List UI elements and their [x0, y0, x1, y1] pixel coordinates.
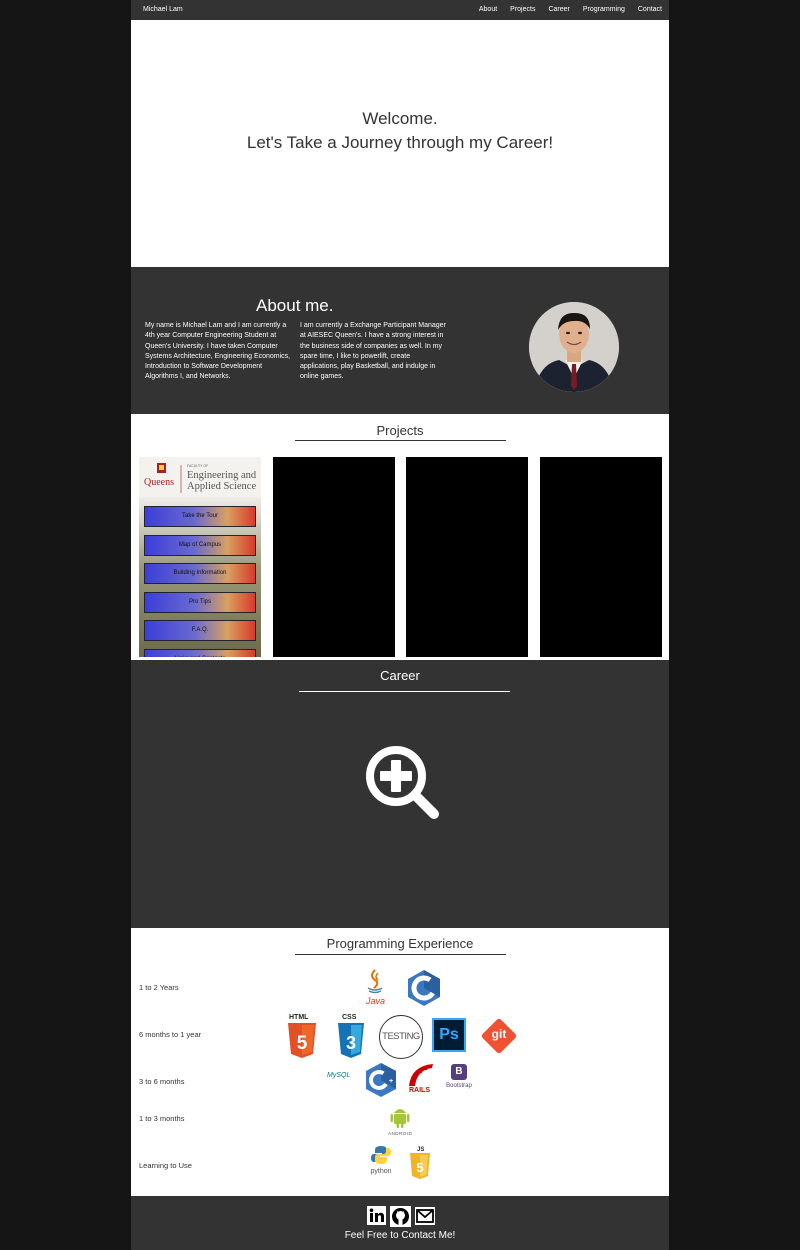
css3-icon: CSS 3 [337, 1014, 365, 1058]
career-section: Career [131, 660, 669, 928]
profile-avatar [529, 302, 619, 392]
hero-tagline: Let's Take a Journey through my Career! [246, 133, 554, 152]
app-button-links-contacts[interactable]: Links and Contacts [144, 648, 256, 657]
queens-logo-text: Queens [144, 477, 174, 488]
linkedin-icon[interactable] [367, 1206, 386, 1225]
email-icon[interactable] [415, 1207, 435, 1225]
level-label-1-2-years: 1 to 2 Years [139, 983, 179, 992]
html5-label: HTML [289, 1014, 309, 1021]
python-label: python [370, 1168, 392, 1175]
projects-divider [295, 440, 506, 441]
android-icon: ANDROID [388, 1104, 412, 1138]
app-button-take-tour[interactable]: Take the Tour [144, 506, 256, 527]
python-icon: python [367, 1145, 395, 1179]
about-title: About me. [256, 296, 334, 315]
app-faculty-label: FACULTY OF [187, 464, 209, 468]
photoshop-icon: Ps [432, 1018, 466, 1052]
testing-icon: TESTING [379, 1015, 423, 1059]
nav-link-projects[interactable]: Projects [510, 6, 535, 13]
footer: Feel Free to Contact Me! [131, 1196, 669, 1250]
programming-section: Programming Experience 1 to 2 Years 6 mo… [131, 928, 669, 1196]
html5-icon: HTML 5 [286, 1014, 318, 1058]
projects-section: Projects Queens FACULTY OF Engineering a… [131, 414, 669, 660]
nav-link-about[interactable]: About [479, 6, 497, 13]
nav-link-contact[interactable]: Contact [638, 6, 662, 13]
page: Michael Lam About Projects Career Progra… [131, 0, 669, 1250]
bootstrap-icon: B Bootstrap [442, 1064, 476, 1094]
nav-brand[interactable]: Michael Lam [143, 6, 183, 13]
photoshop-label: Ps [439, 1026, 459, 1043]
svg-text:5: 5 [416, 1160, 423, 1175]
c-language-icon [408, 970, 440, 1006]
svg-text:3: 3 [346, 1033, 356, 1053]
rails-label: RAILS [409, 1087, 430, 1094]
bootstrap-label: Bootstrap [446, 1083, 472, 1089]
footer-contact-message: Feel Free to Contact Me! [344, 1230, 456, 1241]
java-label: Java [366, 996, 386, 1006]
projects-title: Projects [376, 423, 424, 438]
app-faculty-line1: Engineering and [187, 470, 257, 481]
hero-section: Welcome. Let's Take a Journey through my… [131, 20, 669, 267]
mysql-icon: MySQL [327, 1072, 357, 1086]
mysql-label: MySQL [327, 1072, 351, 1079]
svg-text:+: + [389, 1078, 393, 1085]
javascript-icon: JS 5 [409, 1147, 431, 1179]
app-faculty-line2: Applied Science [187, 481, 257, 492]
about-paragraph-1: My name is Michael Lam and I am currentl… [145, 322, 291, 381]
level-label-3-6-months: 3 to 6 months [139, 1077, 185, 1086]
cplusplus-icon: + [366, 1063, 396, 1097]
git-icon: git [479, 1016, 519, 1056]
app-menu: Take the Tour Map of Campus Building Inf… [144, 506, 256, 657]
app-button-building-info[interactable]: Building Information [144, 563, 256, 584]
github-icon[interactable] [390, 1206, 411, 1227]
svg-text:5: 5 [297, 1033, 308, 1054]
android-label: ANDROID [388, 1131, 413, 1136]
app-button-pro-tips[interactable]: Pro Tips [144, 591, 256, 613]
nav-link-programming[interactable]: Programming [583, 6, 625, 13]
career-title: Career [380, 668, 420, 683]
app-button-faq[interactable]: F.A.Q. [144, 620, 256, 641]
css3-label: CSS [342, 1014, 357, 1021]
testing-label: TESTING [382, 1031, 420, 1042]
zoom-in-icon[interactable] [364, 744, 440, 820]
hero-welcome: Welcome. [362, 109, 438, 128]
bootstrap-badge: B [451, 1064, 467, 1080]
project-card-4[interactable] [540, 457, 662, 657]
java-icon: Java [364, 968, 386, 1008]
level-label-learning: Learning to Use [139, 1161, 192, 1170]
app-button-map[interactable]: Map of Campus [144, 534, 256, 556]
project-card-3[interactable] [406, 457, 528, 657]
git-label: git [491, 1027, 507, 1041]
programming-title: Programming Experience [326, 936, 474, 951]
navbar: Michael Lam About Projects Career Progra… [131, 0, 669, 20]
programming-divider [295, 954, 506, 955]
level-label-1-3-months: 1 to 3 months [139, 1114, 185, 1123]
nav-link-career[interactable]: Career [548, 6, 569, 13]
level-label-6-12-months: 6 months to 1 year [139, 1030, 202, 1039]
career-divider [299, 691, 510, 692]
nav-links: About Projects Career Programming Contac… [479, 6, 662, 13]
project-card-engineering-app[interactable]: Queens FACULTY OF Engineering and Applie… [139, 457, 261, 657]
project-card-2[interactable] [273, 457, 395, 657]
about-section: About me. My name is Michael Lam and I a… [131, 267, 669, 414]
about-paragraph-2: I am currently a Exchange Participant Ma… [300, 322, 446, 381]
rails-icon: RAILS [407, 1062, 435, 1098]
